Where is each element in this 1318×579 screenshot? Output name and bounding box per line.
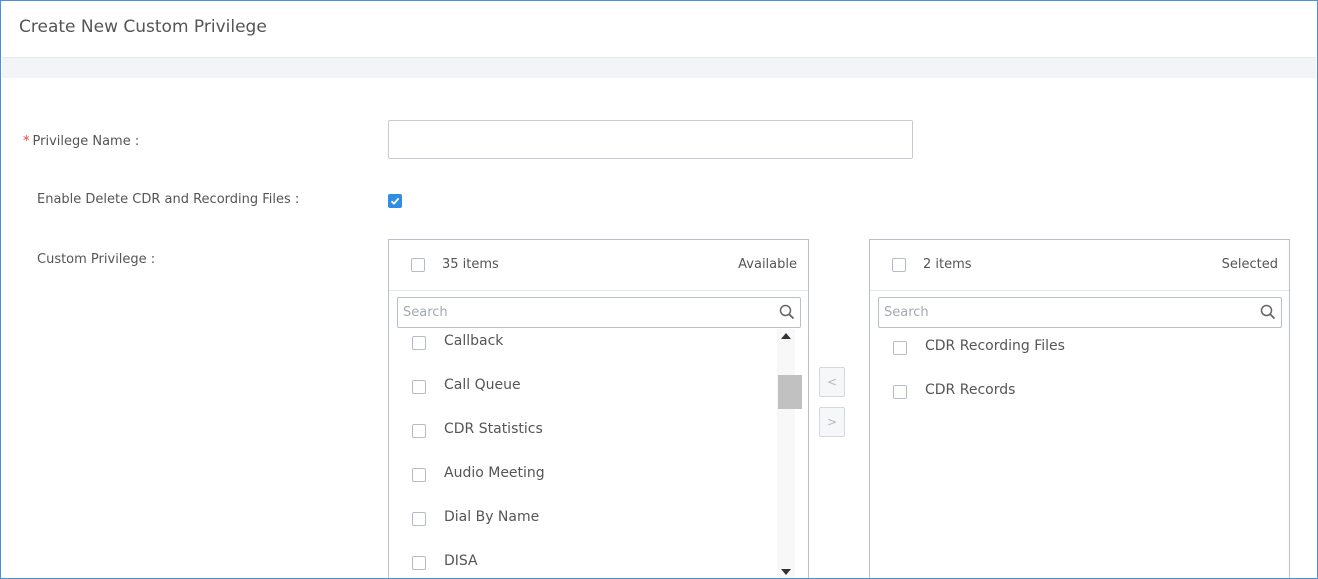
list-item[interactable]: CDR Recording Files [870,330,1250,360]
list-item[interactable]: Callback [389,325,769,355]
required-mark: * [23,134,30,149]
selected-count: 2 items [923,257,972,272]
scroll-down-icon[interactable] [781,569,791,575]
available-panel: 35 items Available Search Callback Call … [388,239,809,578]
search-icon[interactable] [779,304,795,320]
move-left-button[interactable]: < [819,367,845,397]
search-icon[interactable] [1260,304,1276,320]
scroll-up-icon[interactable] [781,333,791,339]
item-label: CDR Statistics [444,421,543,437]
selected-search-placeholder: Search [884,305,929,320]
available-panel-header: 35 items Available [389,240,808,291]
selected-panel: 2 items Selected Search CDR Recording Fi… [869,239,1290,578]
available-title: Available [738,257,797,272]
list-item[interactable]: Call Queue [389,369,769,399]
list-item[interactable]: DISA [389,545,769,575]
available-search-placeholder: Search [403,305,448,320]
list-item[interactable]: CDR Records [870,374,1250,404]
item-label: DISA [444,553,478,569]
scroll-thumb[interactable] [778,375,802,409]
item-checkbox[interactable] [893,341,907,355]
page-title: Create New Custom Privilege [19,17,267,37]
item-label: Dial By Name [444,509,540,525]
custom-privilege-label: Custom Privilege : [37,252,156,267]
privilege-name-label-text: Privilege Name : [32,134,140,149]
checkmark-icon [390,197,400,205]
enable-delete-label: Enable Delete CDR and Recording Files : [37,192,300,207]
item-label: CDR Recording Files [925,338,1065,354]
item-checkbox[interactable] [412,336,426,350]
header-band [2,58,1316,78]
available-scrollbar[interactable] [777,329,802,578]
item-checkbox[interactable] [412,424,426,438]
available-count: 35 items [442,257,499,272]
item-label: CDR Records [925,382,1016,398]
dialog-frame: Create New Custom Privilege * Privilege N… [0,0,1318,579]
selected-panel-header: 2 items Selected [870,240,1289,291]
available-search-input[interactable]: Search [397,297,801,328]
selected-search-input[interactable]: Search [878,297,1282,328]
item-label: Call Queue [444,377,521,393]
item-checkbox[interactable] [412,468,426,482]
item-checkbox[interactable] [412,380,426,394]
item-label: Audio Meeting [444,465,545,481]
privilege-name-input[interactable] [388,120,913,159]
selected-title: Selected [1221,257,1278,272]
item-checkbox[interactable] [412,512,426,526]
available-select-all-checkbox[interactable] [411,258,425,272]
dialog-header: Create New Custom Privilege [2,2,1316,58]
enable-delete-checkbox[interactable] [388,194,402,208]
list-item[interactable]: Audio Meeting [389,457,769,487]
item-checkbox[interactable] [412,556,426,570]
item-label: Callback [444,333,504,349]
privilege-name-label: * Privilege Name : [23,134,139,149]
selected-select-all-checkbox[interactable] [892,258,906,272]
list-item[interactable]: Dial By Name [389,501,769,531]
move-right-button[interactable]: > [819,407,845,437]
list-item[interactable]: CDR Statistics [389,413,769,443]
item-checkbox[interactable] [893,385,907,399]
